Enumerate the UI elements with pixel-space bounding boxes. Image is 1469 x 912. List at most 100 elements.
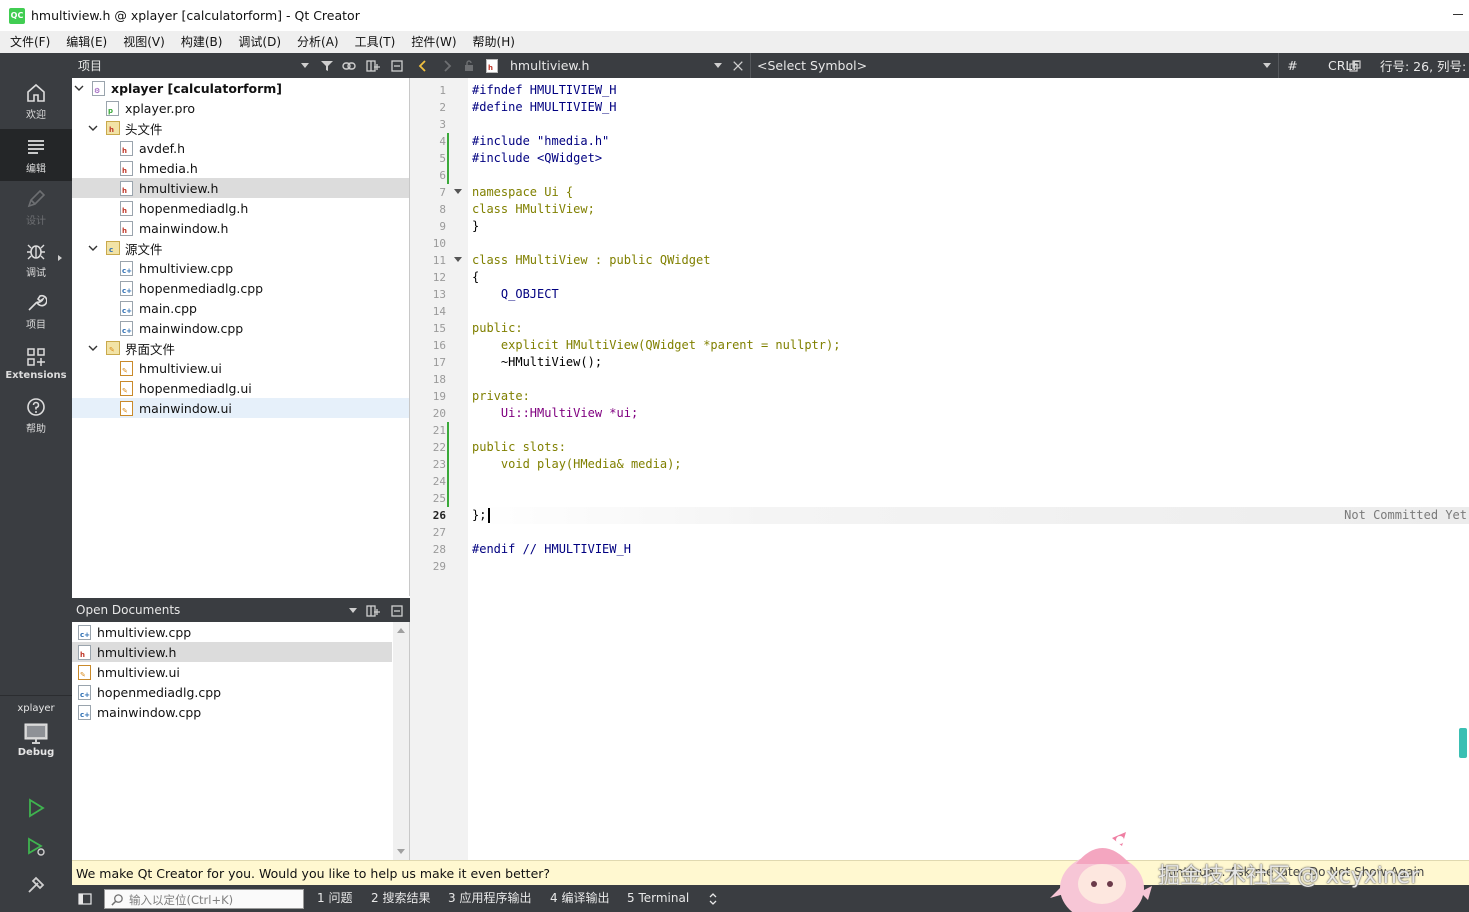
chevron-down-icon[interactable] [88, 123, 98, 133]
tree-item-headers-folder[interactable]: h 头文件 [72, 118, 409, 138]
close-panel-icon[interactable] [386, 598, 408, 623]
tree-item-file[interactable]: c+ mainwindow.cpp [72, 318, 409, 338]
tree-item-file[interactable]: c+ hmultiview.cpp [72, 258, 409, 278]
chevron-down-icon[interactable] [88, 243, 98, 253]
cpp-file-icon: c+ [78, 705, 91, 720]
tree-item-file[interactable]: ✎ hopenmediadlg.ui [72, 378, 409, 398]
open-documents-list[interactable]: c+ hmultiview.cpp h hmultiview.h ✎ hmult… [72, 622, 410, 860]
tree-item-label: hmultiview.h [139, 180, 219, 196]
code-line: namespace Ui { [472, 185, 574, 199]
current-line-highlight [468, 507, 1469, 524]
split-add-icon[interactable] [362, 598, 384, 623]
line-number: 24 [432, 475, 446, 488]
view-dropdown-chevron-icon[interactable] [346, 598, 360, 623]
tree-item-sources-folder[interactable]: c 源文件 [72, 238, 409, 258]
scroll-down-icon[interactable] [397, 849, 405, 854]
toggle-sidebar-button[interactable] [78, 885, 92, 912]
symbol-dropdown-chevron-icon[interactable] [1263, 53, 1271, 78]
preprocessor-hash-button[interactable]: # [1278, 53, 1306, 78]
tree-item-file[interactable]: h mainwindow.h [72, 218, 409, 238]
mode-edit[interactable]: 编辑 [0, 129, 72, 181]
open-documents-title[interactable]: Open Documents [76, 603, 180, 617]
hash-label: # [1287, 58, 1298, 73]
build-button[interactable] [22, 871, 50, 899]
minimize-icon[interactable] [1453, 14, 1463, 15]
tree-item-file[interactable]: ✎ hmultiview.ui [72, 358, 409, 378]
go-forward-button[interactable] [440, 53, 454, 78]
fold-marker-icon[interactable] [454, 189, 462, 194]
tree-item-pro[interactable]: p xplayer.pro [72, 98, 409, 118]
code-line: Ui::HMultiView *ui; [472, 406, 639, 420]
tree-item-label: hopenmediadlg.ui [139, 380, 252, 396]
open-document-item[interactable]: ✎ hmultiview.ui [72, 662, 392, 682]
more-tabs-updown-icon[interactable] [708, 885, 718, 912]
menu-help[interactable]: 帮助(H) [465, 31, 523, 53]
tree-item-forms-folder[interactable]: ✎ 界面文件 [72, 338, 409, 358]
scroll-up-icon[interactable] [397, 628, 405, 633]
mode-welcome[interactable]: 欢迎 [0, 75, 72, 127]
kit-selector[interactable]: Debug [0, 721, 72, 773]
open-document-item[interactable]: c+ hopenmediadlg.cpp [72, 682, 392, 702]
tree-item-file[interactable]: h hopenmediadlg.h [72, 198, 409, 218]
split-add-icon[interactable] [362, 53, 384, 78]
mode-design[interactable]: 设计 [0, 181, 72, 233]
open-document-item-selected[interactable]: h hmultiview.h [72, 642, 392, 662]
output-tab-issues[interactable]: 1 问题 [317, 885, 352, 912]
encoding-icon[interactable] [1348, 53, 1362, 78]
mode-projects[interactable]: 项目 [0, 285, 72, 337]
current-file-selector[interactable]: hmultiview.h [510, 53, 589, 78]
tree-item-project-root[interactable]: ⚙ xplayer [calculatorform] [72, 78, 409, 98]
output-tab-application-output[interactable]: 3 应用程序输出 [448, 885, 531, 912]
cursor-position[interactable]: 行号: 26, 列号: 3 [1380, 53, 1469, 78]
code-line: explicit HMultiView(QWidget *parent = nu… [472, 338, 841, 352]
menu-controls[interactable]: 控件(W) [403, 31, 464, 53]
output-tab-search-results[interactable]: 2 搜索结果 [371, 885, 430, 912]
symbol-selector-label: <Select Symbol> [757, 58, 868, 73]
tree-item-label: 界面文件 [125, 341, 176, 357]
go-back-button[interactable] [416, 53, 430, 78]
chevron-down-icon[interactable] [88, 343, 98, 353]
tree-item-file[interactable]: c+ main.cpp [72, 298, 409, 318]
menu-analyze[interactable]: 分析(A) [289, 31, 347, 53]
menu-tools[interactable]: 工具(T) [347, 31, 404, 53]
menu-view[interactable]: 视图(V) [115, 31, 173, 53]
tree-item-file[interactable]: h hmedia.h [72, 158, 409, 178]
fold-marker-icon[interactable] [454, 257, 462, 262]
mode-debug[interactable]: 调试 [0, 233, 72, 285]
symbol-selector[interactable]: <Select Symbol> [750, 53, 1268, 78]
debug-run-button[interactable] [22, 833, 50, 861]
scroll-indicator[interactable] [1459, 728, 1467, 758]
menu-edit[interactable]: 编辑(E) [58, 31, 115, 53]
tree-item-file-hover[interactable]: ✎ mainwindow.ui [72, 398, 409, 418]
mode-help[interactable]: 帮助 [0, 389, 72, 441]
line-number: 1 [439, 84, 446, 97]
close-panel-icon[interactable] [386, 53, 408, 78]
open-document-item[interactable]: c+ hmultiview.cpp [72, 622, 392, 642]
menu-debug[interactable]: 调试(D) [230, 31, 289, 53]
close-document-icon[interactable] [732, 53, 744, 78]
menu-file[interactable]: 文件(F) [2, 31, 58, 53]
filter-icon[interactable] [316, 53, 338, 78]
menu-build[interactable]: 构建(B) [173, 31, 231, 53]
file-dropdown-chevron-icon[interactable] [714, 53, 722, 78]
code-line: #include <QWidget> [472, 151, 603, 165]
open-document-item[interactable]: c+ mainwindow.cpp [72, 702, 392, 722]
project-tree[interactable]: ⚙ xplayer [calculatorform] p xplayer.pro… [72, 78, 410, 596]
chevron-down-icon[interactable] [74, 83, 84, 93]
open-documents-scrollbar[interactable] [393, 622, 409, 860]
cpp-file-icon: c+ [78, 625, 91, 640]
mode-extensions[interactable]: Extensions [0, 337, 72, 389]
output-tab-compile-output[interactable]: 4 编译输出 [550, 885, 609, 912]
tree-item-file[interactable]: h avdef.h [72, 138, 409, 158]
lock-icon[interactable] [462, 53, 476, 78]
project-panel-title[interactable]: 项目 [78, 57, 102, 74]
code-line: class HMultiView; [472, 202, 595, 216]
output-tab-terminal[interactable]: 5 Terminal [627, 885, 689, 912]
locator-input[interactable]: 输入以定位(Ctrl+K) [104, 889, 304, 909]
link-icon[interactable] [338, 53, 360, 78]
header-file-icon: h [120, 161, 133, 176]
view-dropdown-chevron-icon[interactable] [298, 53, 312, 78]
tree-item-file-selected[interactable]: h hmultiview.h [72, 178, 409, 198]
run-button[interactable] [22, 794, 50, 822]
tree-item-file[interactable]: c+ hopenmediadlg.cpp [72, 278, 409, 298]
